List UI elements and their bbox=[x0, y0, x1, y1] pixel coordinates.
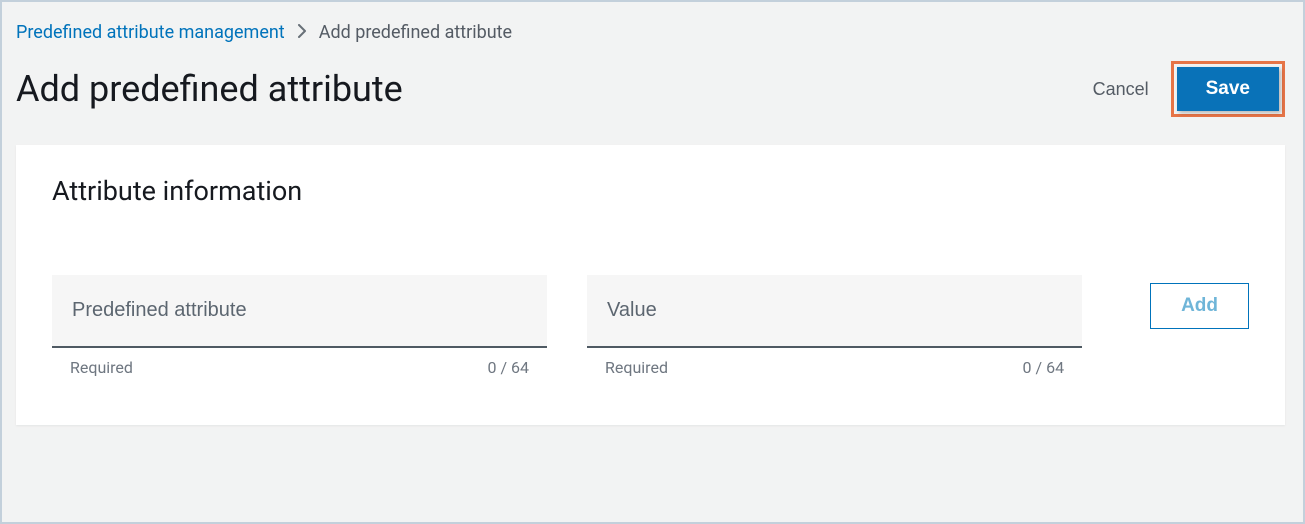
page-title: Add predefined attribute bbox=[16, 68, 403, 110]
save-button-highlight: Save bbox=[1171, 61, 1285, 117]
value-meta: Required 0 / 64 bbox=[587, 348, 1082, 377]
cancel-button[interactable]: Cancel bbox=[1089, 71, 1153, 108]
breadcrumb: Predefined attribute management Add pred… bbox=[16, 16, 1285, 43]
chevron-right-icon bbox=[297, 23, 307, 42]
header-actions: Cancel Save bbox=[1089, 61, 1285, 117]
predefined-attribute-input[interactable] bbox=[52, 275, 547, 348]
required-label: Required bbox=[605, 358, 668, 377]
attribute-form-row: Required 0 / 64 Required 0 / 64 Add bbox=[52, 275, 1249, 377]
panel-title: Attribute information bbox=[52, 175, 1249, 207]
save-button[interactable]: Save bbox=[1177, 67, 1279, 111]
breadcrumb-parent-link[interactable]: Predefined attribute management bbox=[16, 22, 285, 43]
attribute-info-panel: Attribute information Required 0 / 64 Re… bbox=[16, 145, 1285, 425]
breadcrumb-current: Add predefined attribute bbox=[319, 22, 512, 43]
char-counter: 0 / 64 bbox=[488, 358, 530, 377]
page-header: Add predefined attribute Cancel Save bbox=[16, 61, 1285, 117]
required-label: Required bbox=[70, 358, 133, 377]
predefined-attribute-field: Required 0 / 64 bbox=[52, 275, 547, 377]
add-button[interactable]: Add bbox=[1150, 283, 1249, 329]
value-input[interactable] bbox=[587, 275, 1082, 348]
char-counter: 0 / 64 bbox=[1023, 358, 1065, 377]
value-field: Required 0 / 64 bbox=[587, 275, 1082, 377]
predefined-attribute-meta: Required 0 / 64 bbox=[52, 348, 547, 377]
